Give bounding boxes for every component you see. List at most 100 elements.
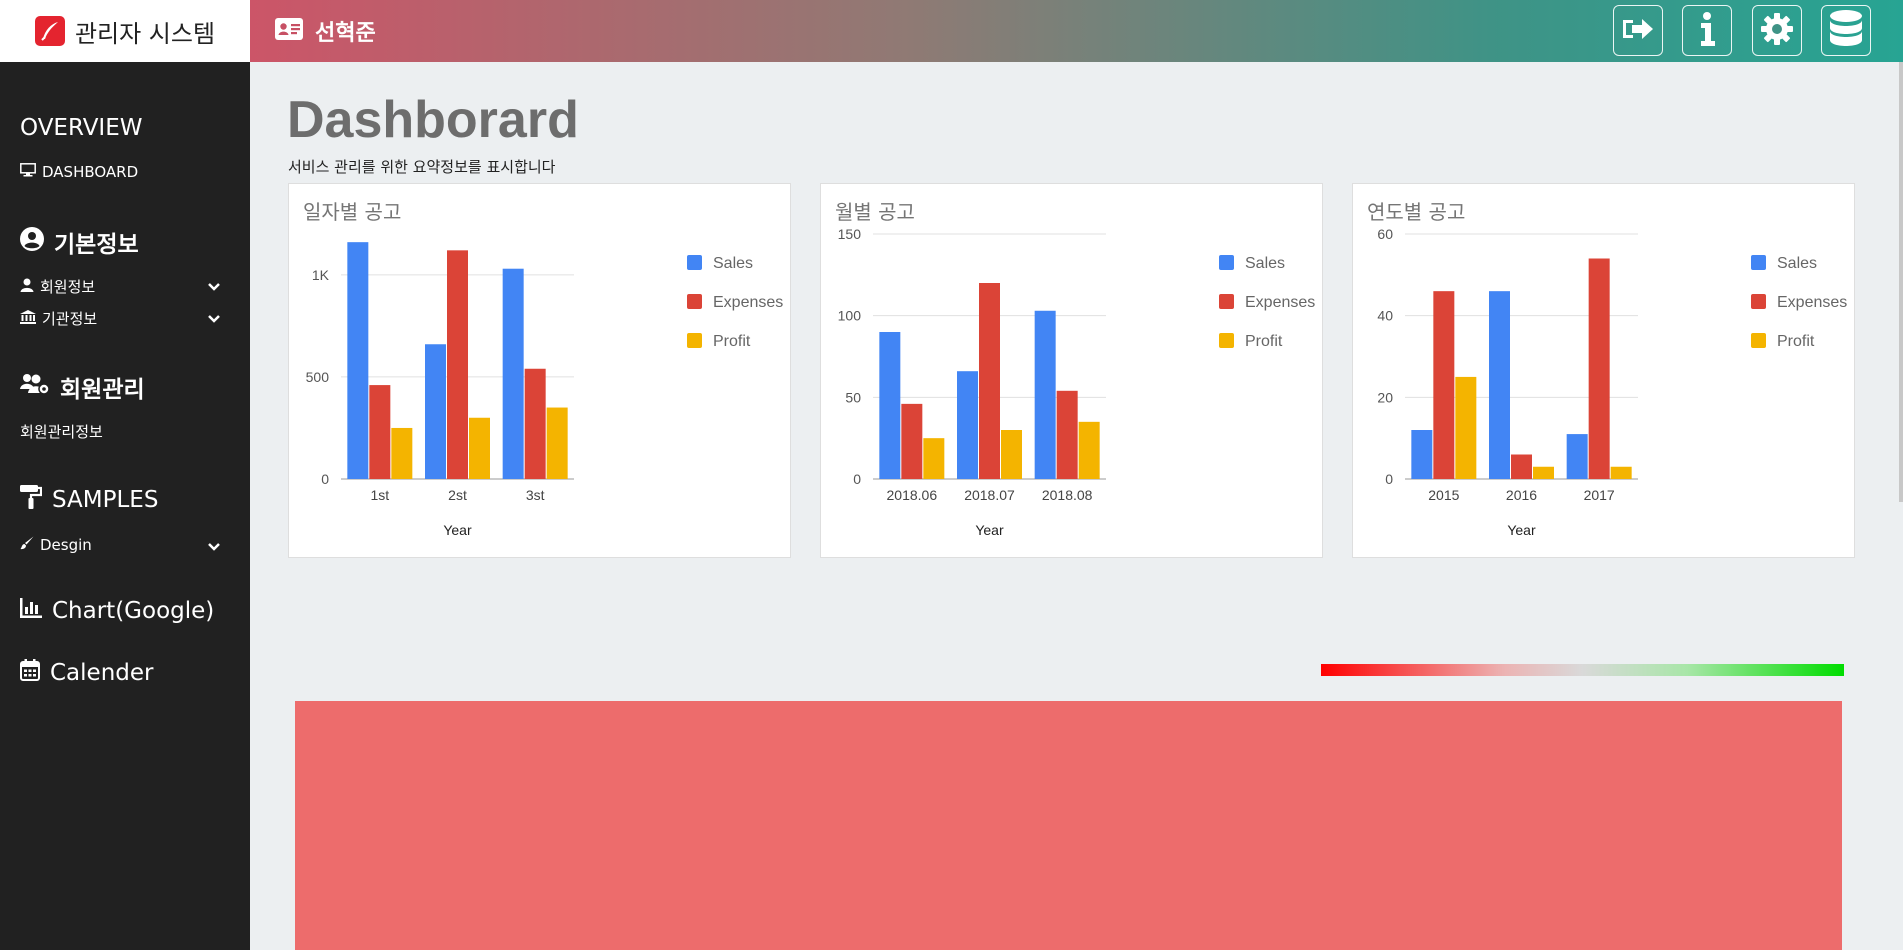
chart-card-monthly: 0 50 100 150 2018.06 2018.07 2018.08 Year Sales E… xyxy=(820,183,1323,558)
legend-swatch xyxy=(687,294,702,309)
bar-expenses xyxy=(524,368,546,479)
bar-chart: 0 20 40 60 2015 2016 2017 Year Sales Expenses Prof… xyxy=(1377,226,1847,538)
y-tick-label: 150 xyxy=(838,226,862,242)
section-title: Calender xyxy=(50,660,154,686)
sidebar-section-members: 회원관리 xyxy=(20,370,145,404)
legend-label: Sales xyxy=(1777,255,1817,272)
sign-out-icon xyxy=(1620,14,1656,48)
legend-label: Profit xyxy=(1245,333,1283,350)
sidebar-item-label: Desgin xyxy=(40,536,92,554)
y-tick-label: 0 xyxy=(853,471,861,487)
legend-label: Expenses xyxy=(713,294,783,311)
chevron-down-icon xyxy=(208,310,226,328)
sidebar-item-label: 회원정보 xyxy=(40,278,96,296)
bar-sales xyxy=(347,242,369,479)
sidebar-item-calendar[interactable]: Calender xyxy=(20,659,153,687)
sidebar-item-institution-info[interactable]: 기관정보 xyxy=(20,308,226,329)
x-tick-label: 2015 xyxy=(1428,487,1459,503)
bar-profit xyxy=(1455,376,1477,479)
bar-profit xyxy=(391,427,413,479)
settings-button[interactable] xyxy=(1752,5,1802,56)
bar-chart: 0 50 100 150 2018.06 2018.07 2018.08 Year Sales E… xyxy=(838,226,1316,538)
quill-icon xyxy=(34,16,65,46)
bar-expenses xyxy=(1433,291,1455,479)
y-tick-label: 20 xyxy=(1377,389,1393,405)
legend-swatch xyxy=(1751,294,1766,309)
bar-expenses xyxy=(1588,258,1610,479)
chevron-down-icon xyxy=(208,538,226,556)
y-tick-label: 500 xyxy=(306,369,330,385)
users-gear-icon xyxy=(20,373,60,401)
user-icon xyxy=(20,278,40,296)
legend-label: Expenses xyxy=(1245,294,1315,311)
section-title: SAMPLES xyxy=(52,487,159,513)
y-tick-label: 50 xyxy=(845,389,861,405)
sidebar: OVERVIEW DASHBOARD 기본정보 회원정보 기관정보 회원관리 회… xyxy=(0,62,250,950)
gradient-scale-bar xyxy=(1321,664,1844,676)
x-axis-label: Year xyxy=(975,522,1004,538)
y-tick-label: 40 xyxy=(1377,308,1393,324)
bar-sales xyxy=(879,332,901,479)
x-axis-label: Year xyxy=(1507,522,1536,538)
legend-label: Expenses xyxy=(1777,294,1847,311)
logout-button[interactable] xyxy=(1613,5,1663,56)
content-panel xyxy=(295,701,1842,950)
info-button[interactable] xyxy=(1682,5,1732,56)
bar-sales xyxy=(1489,291,1510,479)
card-title: 월별 공고 xyxy=(835,200,915,224)
card-title: 연도별 공고 xyxy=(1367,200,1466,224)
chevron-down-icon xyxy=(208,278,226,296)
sidebar-item-member-management[interactable]: 회원관리정보 xyxy=(20,421,226,442)
info-icon xyxy=(1697,11,1717,51)
database-icon xyxy=(1829,9,1863,53)
legend-swatch xyxy=(1219,255,1234,270)
brand-title: 관리자 시스템 xyxy=(74,19,216,48)
top-header: 선혁준 xyxy=(250,0,1903,62)
sidebar-section-basic: 기본정보 xyxy=(20,225,139,259)
sidebar-item-chart[interactable]: Chart(Google) xyxy=(20,598,214,624)
bar-profit xyxy=(1533,466,1554,479)
bar-profit xyxy=(546,407,568,479)
user-profile[interactable]: 선혁준 xyxy=(275,0,376,62)
legend-label: Sales xyxy=(1245,255,1285,272)
legend-swatch xyxy=(1219,294,1234,309)
section-title: 기본정보 xyxy=(54,232,139,258)
sidebar-item-design[interactable]: Desgin xyxy=(20,536,226,554)
calendar-icon xyxy=(20,659,50,687)
x-axis-label: Year xyxy=(443,522,472,538)
monitor-icon xyxy=(20,163,42,181)
database-button[interactable] xyxy=(1821,5,1871,56)
gear-icon xyxy=(1759,11,1795,51)
x-tick-label: 3st xyxy=(526,487,545,503)
bar-expenses xyxy=(369,385,391,479)
bar-chart: 0 500 1K 1st 2st 3st Year Sales Expenses Profit xyxy=(306,242,783,538)
id-card-icon xyxy=(275,18,303,44)
y-tick-label: 0 xyxy=(1385,471,1393,487)
brand[interactable]: 관리자 시스템 xyxy=(0,0,250,62)
sidebar-item-label: 기관정보 xyxy=(42,310,98,328)
page-subtitle: 서비스 관리를 위한 요약정보를 표시합니다 xyxy=(288,158,556,176)
sidebar-item-label: DASHBOARD xyxy=(42,163,139,181)
legend-label: Profit xyxy=(713,333,751,350)
y-tick-label: 0 xyxy=(321,471,329,487)
legend-swatch xyxy=(1751,255,1766,270)
sidebar-item-member-info[interactable]: 회원정보 xyxy=(20,276,226,297)
x-tick-label: 2017 xyxy=(1584,487,1615,503)
x-tick-label: 2018.07 xyxy=(964,487,1015,503)
bar-profit xyxy=(469,417,490,479)
y-tick-label: 60 xyxy=(1377,226,1393,242)
bar-sales xyxy=(502,268,524,479)
bar-profit xyxy=(1078,421,1100,479)
sidebar-item-dashboard[interactable]: DASHBOARD xyxy=(20,163,226,181)
institution-icon xyxy=(20,309,42,328)
sidebar-section-overview: OVERVIEW xyxy=(20,115,142,141)
x-tick-label: 2st xyxy=(448,487,467,503)
bar-expenses xyxy=(447,250,468,479)
legend-swatch xyxy=(1219,333,1234,348)
x-tick-label: 2016 xyxy=(1506,487,1537,503)
legend-label: Sales xyxy=(713,255,753,272)
legend-swatch xyxy=(687,333,702,348)
bar-expenses xyxy=(901,403,923,479)
bar-profit xyxy=(1610,466,1632,479)
page-scrollbar[interactable] xyxy=(1899,62,1903,502)
